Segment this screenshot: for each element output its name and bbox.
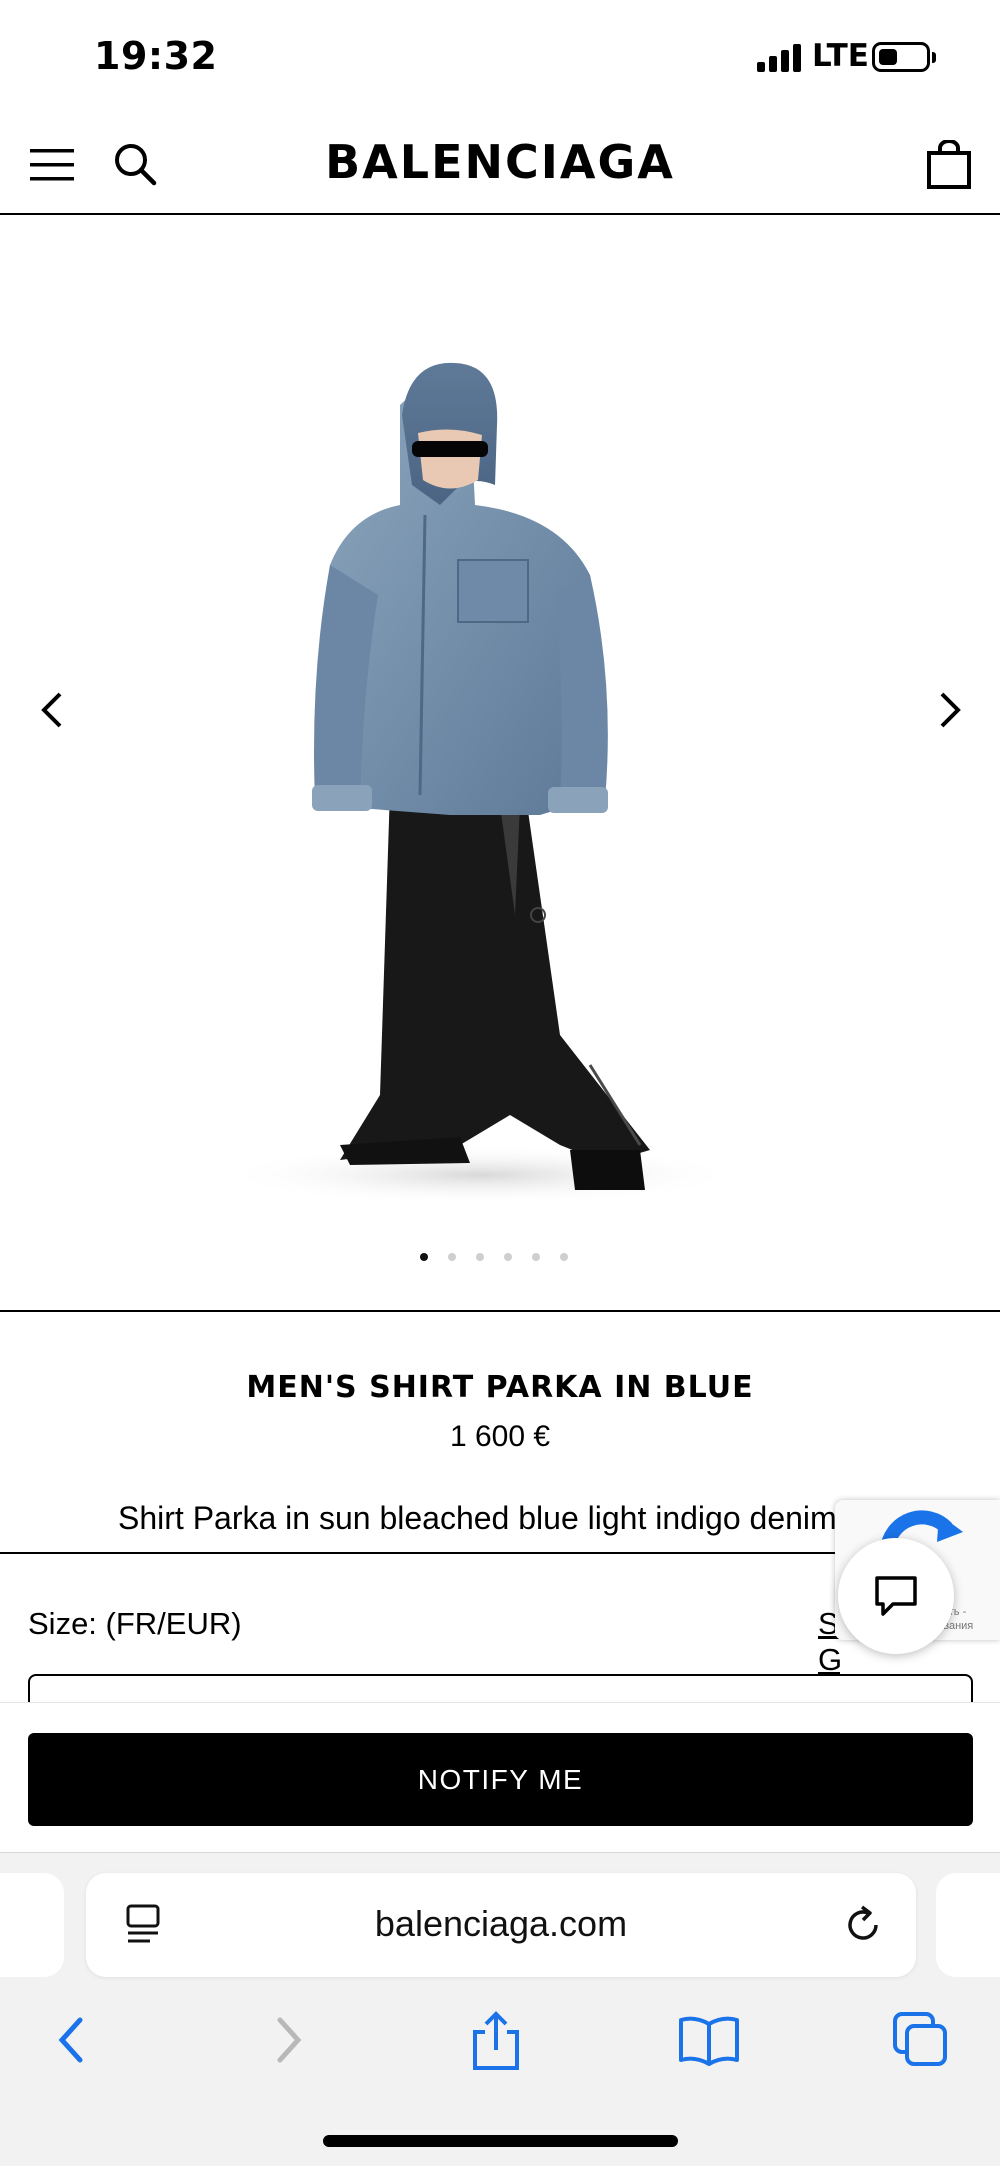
gallery-dot[interactable] [532,1253,540,1261]
site-header: BALENCIAGA [0,115,1000,215]
gallery-dot[interactable] [560,1253,568,1261]
chat-icon [875,1576,917,1616]
brand-logo[interactable]: BALENCIAGA [0,135,1000,189]
network-type: LTE [812,38,869,74]
back-icon[interactable] [50,2010,90,2070]
browser-toolbar: balenciaga.com [0,1852,1000,2166]
bookmarks-icon[interactable] [677,2010,741,2070]
reload-icon[interactable] [844,1903,884,1947]
status-time: 19:32 [94,34,218,78]
sticky-action-bar: NOTIFY ME [0,1702,1000,1852]
gallery-pagination[interactable] [0,1253,994,1261]
product-price: 1 600 € [449,1420,551,1453]
product-description: Shirt Parka in sun bleached blue light i… [118,1500,837,1536]
forward-icon[interactable] [268,2010,308,2070]
gallery-prev-button[interactable] [30,685,74,735]
gallery-dot[interactable] [504,1253,512,1261]
size-label: Size: (FR/EUR) [28,1606,242,1641]
product-gallery[interactable] [0,215,1000,1312]
url-text[interactable]: balenciaga.com [86,1903,916,1945]
signal-strength-icon [757,42,805,72]
shopping-bag-icon [927,140,971,189]
status-bar: 19:32 LTE [0,0,1000,115]
product-title: MEN'S SHIRT PARKA IN BLUE [246,1370,754,1405]
battery-cap [932,52,936,63]
gallery-next-button[interactable] [928,685,972,735]
chevron-right-icon [940,692,961,728]
tabs-icon[interactable] [891,2010,951,2070]
product-image[interactable] [0,215,1000,1312]
notify-me-button[interactable]: NOTIFY ME [28,1733,973,1826]
chevron-left-icon [41,692,62,728]
gallery-dot[interactable] [476,1253,484,1261]
home-indicator[interactable] [323,2135,678,2147]
chat-button[interactable] [838,1538,954,1654]
share-icon[interactable] [469,2010,523,2072]
gallery-dot[interactable] [448,1253,456,1261]
address-bar[interactable]: balenciaga.com [86,1873,916,1977]
battery-icon [872,42,930,72]
previous-tab-preview[interactable] [0,1873,64,1977]
cart-button[interactable] [924,137,974,193]
next-tab-preview[interactable] [936,1873,1000,1977]
gallery-dot[interactable] [420,1253,428,1261]
